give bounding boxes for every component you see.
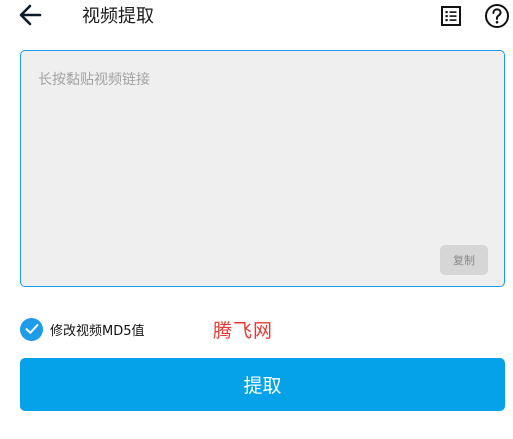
video-link-input[interactable]	[21, 51, 504, 286]
watermark-text: 腾飞网	[213, 320, 274, 342]
help-circle-icon	[484, 3, 510, 33]
list-icon	[439, 4, 463, 32]
copy-button[interactable]: 复制	[440, 245, 488, 275]
history-list-button[interactable]	[437, 4, 465, 32]
video-link-box: 复制	[20, 50, 505, 287]
arrow-left-icon	[18, 4, 42, 30]
md5-option[interactable]: 修改视频MD5值	[20, 317, 145, 341]
back-button[interactable]	[14, 4, 46, 30]
md5-checkbox[interactable]	[20, 317, 43, 341]
check-icon	[25, 320, 39, 339]
help-button[interactable]	[483, 4, 511, 32]
md5-label: 修改视频MD5值	[50, 323, 145, 339]
extract-button[interactable]: 提取	[20, 358, 505, 411]
page-title: 视频提取	[82, 6, 154, 27]
top-bar: 视频提取	[0, 0, 513, 36]
